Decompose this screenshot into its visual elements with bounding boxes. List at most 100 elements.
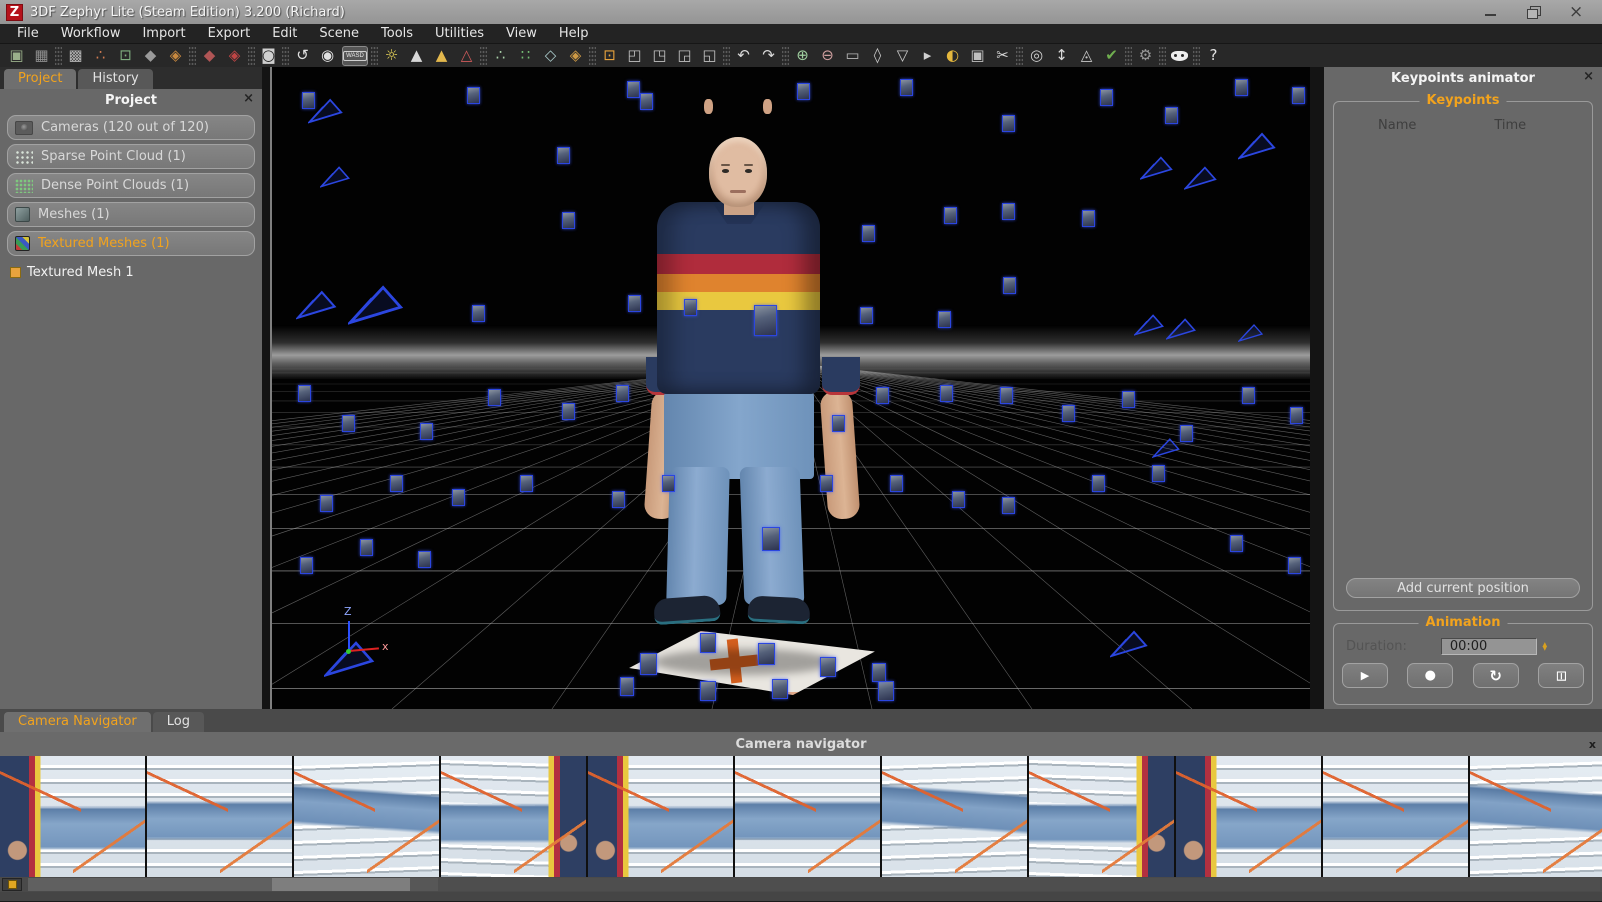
camera-frustum[interactable] — [557, 147, 570, 164]
camera-frustum[interactable] — [1152, 465, 1165, 482]
menu-import[interactable]: Import — [131, 25, 196, 42]
camera-frustum-wire[interactable] — [296, 289, 338, 321]
lock-selection-icon[interactable]: ⊡ — [597, 45, 622, 66]
paste-view-icon[interactable]: ◳ — [647, 45, 672, 66]
camera-frustum-wire[interactable] — [1238, 323, 1264, 343]
tab-log[interactable]: Log — [153, 712, 204, 732]
zoom-extents-icon[interactable]: ◲ — [672, 45, 697, 66]
mask-icon[interactable] — [1167, 45, 1192, 66]
flat-shading-icon[interactable]: ▲ — [404, 45, 429, 66]
camera-frustum-wire[interactable] — [308, 97, 344, 125]
camera-frustum[interactable] — [1122, 391, 1135, 408]
menu-export[interactable]: Export — [197, 25, 262, 42]
camera-thumbnail-6[interactable] — [735, 756, 880, 877]
camera-frustum[interactable] — [452, 489, 465, 506]
camera-frustum[interactable] — [1180, 425, 1193, 442]
camera-frustum[interactable] — [1002, 203, 1015, 220]
align-axes-icon[interactable]: ✔ — [1099, 45, 1124, 66]
tab-project[interactable]: Project — [4, 69, 76, 89]
open-project-icon[interactable]: ▣ — [4, 45, 29, 66]
project-item-cameras[interactable]: Cameras (120 out of 120) — [7, 115, 255, 140]
camera-frustum-wire[interactable] — [1238, 131, 1277, 161]
tab-history[interactable]: History — [78, 69, 152, 89]
camera-frustum[interactable] — [872, 663, 886, 682]
camera-frustum[interactable] — [620, 677, 634, 696]
camera-frustum[interactable] — [862, 225, 875, 242]
screenshot-icon[interactable]: ◙ — [256, 45, 281, 66]
camera-frustum[interactable] — [952, 491, 965, 508]
project-item-dense[interactable]: Dense Point Clouds (1) — [7, 173, 255, 198]
camera-thumbnail-1[interactable] — [0, 756, 145, 877]
camera-frustum[interactable] — [1000, 387, 1013, 404]
camera-frustum[interactable] — [890, 475, 903, 492]
camera-frustum[interactable] — [520, 475, 533, 492]
camera-frustum[interactable] — [1165, 107, 1178, 124]
camera-frustum[interactable] — [627, 81, 640, 98]
camera-frustum[interactable] — [876, 387, 889, 404]
camera-thumbnail-5[interactable] — [588, 756, 733, 877]
camera-frustum[interactable] — [488, 389, 501, 406]
camera-frustum-wire[interactable] — [1184, 165, 1218, 191]
settings-icon[interactable]: ⚙ — [1133, 45, 1158, 66]
camera-frustum[interactable] — [418, 551, 431, 568]
camera-frustum[interactable] — [762, 527, 780, 551]
copy-view-icon[interactable]: ◰ — [622, 45, 647, 66]
camera-frustum[interactable] — [1062, 405, 1075, 422]
manual-selection-icon[interactable]: ▸ — [915, 45, 940, 66]
keypoints-list[interactable] — [1334, 133, 1592, 578]
select-points-icon[interactable]: ⊕ — [790, 45, 815, 66]
camera-frustum[interactable] — [640, 93, 653, 110]
camera-frustum[interactable] — [832, 415, 845, 432]
camera-frustum[interactable] — [684, 299, 697, 316]
poly-selection-icon[interactable]: ▽ — [890, 45, 915, 66]
camera-navigator-close-icon[interactable]: x — [1589, 738, 1596, 751]
camera-thumbnail-8[interactable] — [1029, 756, 1174, 877]
measure-height-icon[interactable]: ↕ — [1049, 45, 1074, 66]
camera-frustum[interactable] — [1003, 277, 1016, 294]
camera-frustum-wire[interactable] — [1110, 629, 1149, 659]
add-current-position-button[interactable]: Add current position — [1346, 578, 1580, 598]
camera-frustum-wire[interactable] — [1166, 317, 1197, 341]
camera-frustum[interactable] — [754, 305, 777, 336]
camera-frustum[interactable] — [878, 681, 894, 701]
camera-thumbnail-9[interactable] — [1176, 756, 1321, 877]
show-mesh-icon[interactable]: ◇ — [538, 45, 563, 66]
camera-thumbnail-2[interactable] — [147, 756, 292, 877]
camera-frustum[interactable] — [390, 475, 403, 492]
rect-selection-icon[interactable]: ◊ — [865, 45, 890, 66]
export-textured-mesh-icon[interactable]: ◈ — [222, 45, 247, 66]
camera-frustum[interactable] — [700, 681, 716, 701]
camera-frustum[interactable] — [772, 679, 788, 699]
camera-frustum[interactable] — [1002, 115, 1015, 132]
camera-frustum[interactable] — [298, 385, 311, 402]
camera-frustum[interactable] — [1290, 407, 1303, 424]
restore-icon[interactable] — [1526, 6, 1540, 18]
camera-frustum-wire[interactable] — [348, 283, 405, 327]
camera-frustum[interactable] — [420, 423, 433, 440]
camera-frustum[interactable] — [628, 295, 641, 312]
zoom-selection-icon[interactable]: ◱ — [697, 45, 722, 66]
camera-frustum[interactable] — [1242, 387, 1255, 404]
camera-frustum[interactable] — [320, 495, 333, 512]
camera-frustum[interactable] — [467, 87, 480, 104]
show-sparse-cloud-icon[interactable]: ∴ — [488, 45, 513, 66]
camera-frustum[interactable] — [1082, 210, 1095, 227]
camera-thumbnail-4[interactable] — [441, 756, 586, 877]
show-textured-mesh-icon[interactable]: ◈ — [563, 45, 588, 66]
menu-tools[interactable]: Tools — [370, 25, 424, 42]
camera-frustum[interactable] — [938, 311, 951, 328]
camera-frustum[interactable] — [940, 385, 953, 402]
camera-frustum[interactable] — [612, 491, 625, 508]
camera-frustum[interactable] — [700, 633, 716, 653]
camera-frustum[interactable] — [1100, 89, 1113, 106]
camera-frustum[interactable] — [562, 403, 575, 420]
export-mesh-icon[interactable]: ◆ — [197, 45, 222, 66]
dense-reconstruction-icon[interactable]: ⊡ — [113, 45, 138, 66]
menu-scene[interactable]: Scene — [308, 25, 370, 42]
close-icon[interactable] — [1568, 6, 1582, 18]
redo-icon[interactable]: ↷ — [756, 45, 781, 66]
cut-selection-icon[interactable]: ✂ — [990, 45, 1015, 66]
show-dense-cloud-icon[interactable]: ∷ — [513, 45, 538, 66]
tab-camera-navigator[interactable]: Camera Navigator — [4, 712, 151, 732]
lighting-icon[interactable]: ☼ — [379, 45, 404, 66]
